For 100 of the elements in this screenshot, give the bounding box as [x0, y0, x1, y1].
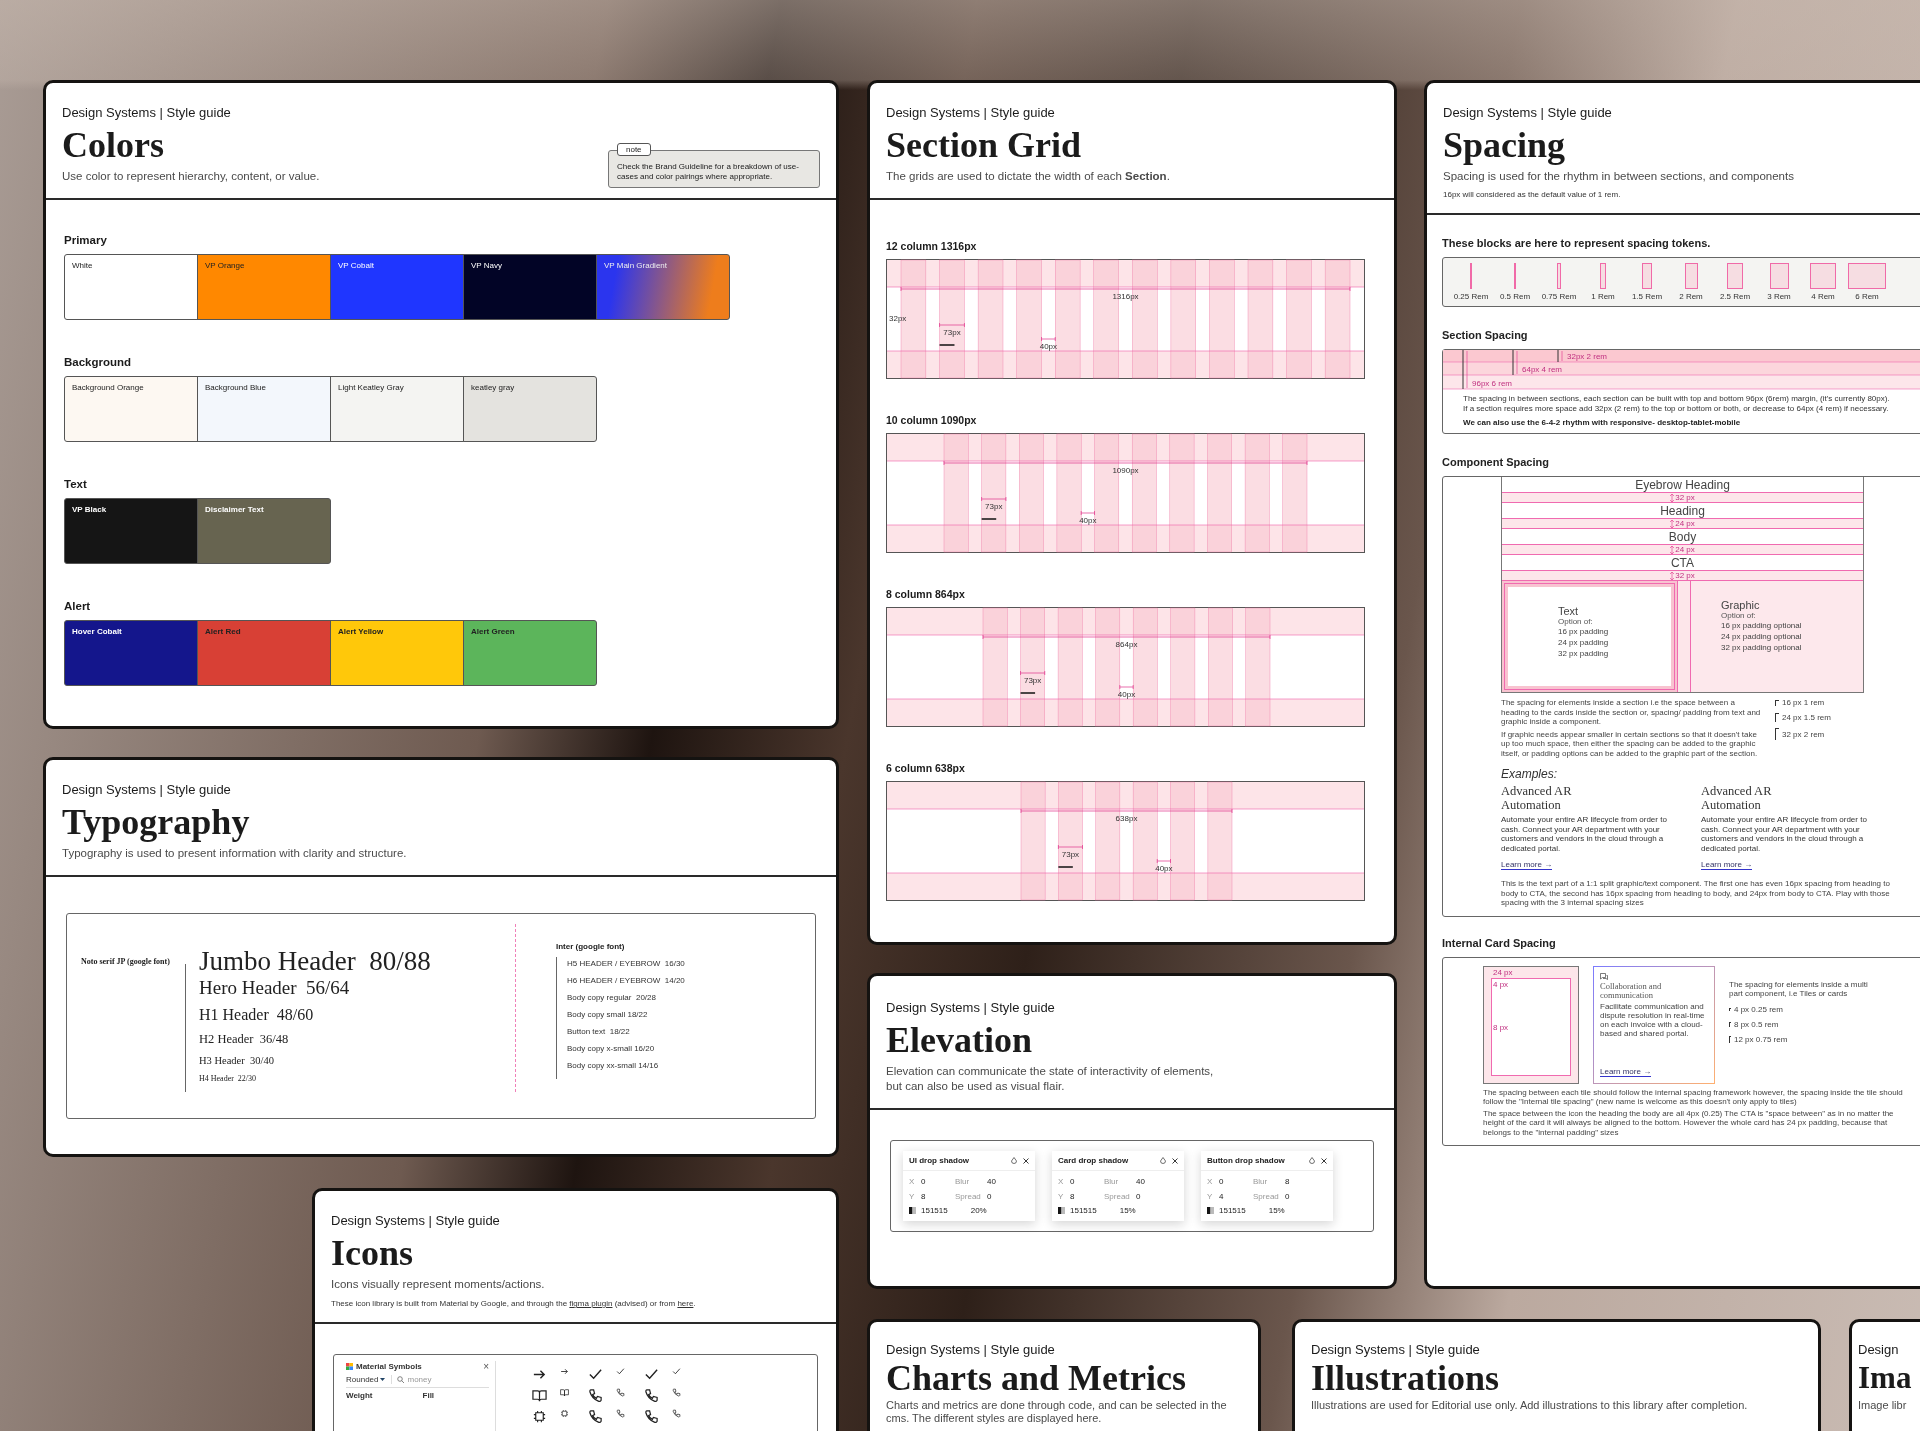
color-swatch: Disclaimer Text	[197, 498, 331, 564]
group-label: Text	[64, 478, 88, 490]
page-title: Colors	[62, 124, 165, 166]
color-swatch-icon	[909, 1207, 916, 1214]
token-label: 2 Rem	[1679, 292, 1703, 301]
token-label: 3 Rem	[1767, 292, 1791, 301]
spacing-mark-label: 32px 2 rem	[1567, 352, 1608, 361]
box-title: Graphic	[1721, 599, 1761, 611]
field-value: 0	[987, 1192, 993, 1201]
field-value: 40	[1136, 1177, 1146, 1186]
style-dropdown[interactable]: Rounded	[346, 1375, 386, 1384]
spacing-mark-label: 4 px	[1493, 979, 1509, 989]
phone-icon[interactable]	[588, 1388, 603, 1403]
example-title: Advanced AR Automation	[1701, 784, 1773, 812]
box-title: Text	[1558, 605, 1580, 617]
double-arrow-icon	[1670, 519, 1675, 528]
legend-item: 16 px 1 rem	[1775, 698, 1831, 707]
dimension-label: 1090px	[1112, 466, 1139, 475]
grid-label: 12 column 1316px	[886, 240, 978, 252]
drop-icon[interactable]	[1011, 1157, 1017, 1164]
spacing-note: The space between the icon the heading the body are all 4px (0.25) The CTA is "space between" as in no matter the height of the card it will always be aligned to the bottom. However the whole card has 24 px padding, because that belongs to the "internal padding" sizes	[1483, 1108, 1895, 1137]
type-sample: Body copy regular 20/28	[567, 992, 657, 1004]
drop-icon[interactable]	[1160, 1157, 1166, 1164]
panel-title: Button drop shadow	[1207, 1156, 1285, 1165]
page-description: The grids are used to dictate the width of each Section.	[886, 169, 1170, 184]
spacing-row-label: CTA	[1669, 555, 1696, 570]
group-label: Alert	[64, 600, 92, 612]
dimension-label: 864px	[1115, 640, 1138, 649]
eyebrow-text: Design Systems | Style guide	[62, 105, 232, 121]
section-heading: Component Spacing	[1442, 456, 1550, 468]
field-label: Spread	[955, 1192, 982, 1201]
gap-label: 32 px	[1675, 571, 1695, 580]
page-title: Elevation	[886, 1019, 1033, 1061]
check-icon[interactable]	[672, 1367, 681, 1376]
section-heading: These blocks are here to represent spacing tokens.	[1442, 237, 1712, 249]
color-swatch: White	[64, 254, 198, 320]
close-button[interactable]: ×	[483, 1361, 489, 1372]
examples-label: Examples:	[1501, 767, 1559, 781]
field-value: 8	[1285, 1177, 1291, 1186]
field-label: X	[909, 1177, 916, 1186]
dimension-label: 40px	[1155, 864, 1173, 873]
type-sample: Body copy x-small 16/20	[567, 1043, 656, 1055]
dimension-label: 32px	[889, 314, 907, 323]
close-icon[interactable]	[1321, 1157, 1327, 1164]
color-hex: 151515	[1070, 1206, 1097, 1215]
learn-more-link[interactable]: Learn more →	[1701, 860, 1753, 870]
token-label: 2.5 Rem	[1719, 292, 1751, 301]
check-icon[interactable]	[616, 1367, 625, 1376]
type-sample: H4 Header 22/30	[199, 1073, 258, 1085]
field-label: X	[1207, 1177, 1214, 1186]
token-label: 1 Rem	[1591, 292, 1615, 301]
figma-plugin-link[interactable]: figma plugin	[569, 1299, 613, 1308]
phone-icon[interactable]	[644, 1409, 659, 1424]
learn-more-link[interactable]: Learn more →	[1501, 860, 1553, 870]
example-body: Automate your entire AR lifecycle from order to cash. Connect your AR department with your customers and vendors in the cloud through a dedicated portal.	[1701, 815, 1868, 853]
type-sample: H6 HEADER / EYEBROW 14/20	[567, 975, 686, 987]
token-label: 0.25 Rem	[1453, 292, 1489, 301]
check-icon[interactable]	[644, 1367, 659, 1382]
page-description: Illustrations are used for Editorial use only. Add illustrations to this library after completion.	[1311, 1399, 1748, 1412]
eyebrow-text: Design Systems | Style guide	[886, 1342, 1056, 1358]
phone-icon[interactable]	[644, 1388, 659, 1403]
type-sample: Body copy xx-small 14/16	[567, 1060, 660, 1072]
token-label: 6 Rem	[1855, 292, 1879, 301]
caret-icon	[380, 1377, 386, 1382]
close-icon[interactable]	[1023, 1157, 1029, 1164]
learn-more-link[interactable]: Learn more →	[1600, 1066, 1652, 1077]
page-description: Typography is used to present information with clarity and structure.	[62, 846, 407, 861]
arrow-right-icon[interactable]	[560, 1367, 569, 1376]
section-heading: Section Spacing	[1442, 329, 1529, 341]
field-label: Spread	[1104, 1192, 1131, 1201]
weight-label: Weight	[346, 1391, 373, 1400]
spacing-mark-label: 96px 6 rem	[1472, 379, 1513, 388]
book-icon[interactable]	[560, 1388, 569, 1397]
type-sample: H5 HEADER / EYEBROW 16/30	[567, 958, 686, 970]
plugin-title: Material Symbols	[356, 1362, 422, 1371]
note-tag: note	[617, 143, 651, 156]
chip-icon[interactable]	[532, 1409, 547, 1424]
padding-option: 32 px padding optional	[1721, 642, 1863, 653]
token-label: 0.75 Rem	[1541, 292, 1577, 301]
page-description: Spacing is used for the rhythm in between sections, and components	[1443, 169, 1794, 184]
field-value: 8	[921, 1192, 927, 1201]
page-description: Charts and metrics are done through code, and can be selected in the cms. The different styles are displayed here.	[886, 1399, 1228, 1424]
panel-title: UI drop shadow	[909, 1156, 969, 1165]
double-arrow-icon	[1670, 493, 1675, 502]
color-hex: 151515	[1219, 1206, 1246, 1215]
padding-option: 32 px padding	[1558, 648, 1671, 659]
logo-icon	[346, 1363, 353, 1370]
close-icon[interactable]	[1172, 1157, 1178, 1164]
phone-icon[interactable]	[588, 1409, 603, 1424]
padding-option: 16 px padding optional	[1721, 620, 1863, 631]
page-description: Icons visually represent moments/actions.	[331, 1277, 546, 1292]
drop-icon[interactable]	[1309, 1157, 1315, 1164]
color-swatch: Background Blue	[197, 376, 331, 442]
book-icon[interactable]	[532, 1388, 547, 1403]
color-swatch: Alert Green	[463, 620, 597, 686]
field-label: X	[1058, 1177, 1065, 1186]
legend-item: 8 px 0.5 rem	[1729, 1019, 1879, 1029]
page-title: Icons	[331, 1232, 415, 1274]
check-icon[interactable]	[588, 1367, 603, 1382]
opacity-value: 15%	[1268, 1206, 1285, 1215]
